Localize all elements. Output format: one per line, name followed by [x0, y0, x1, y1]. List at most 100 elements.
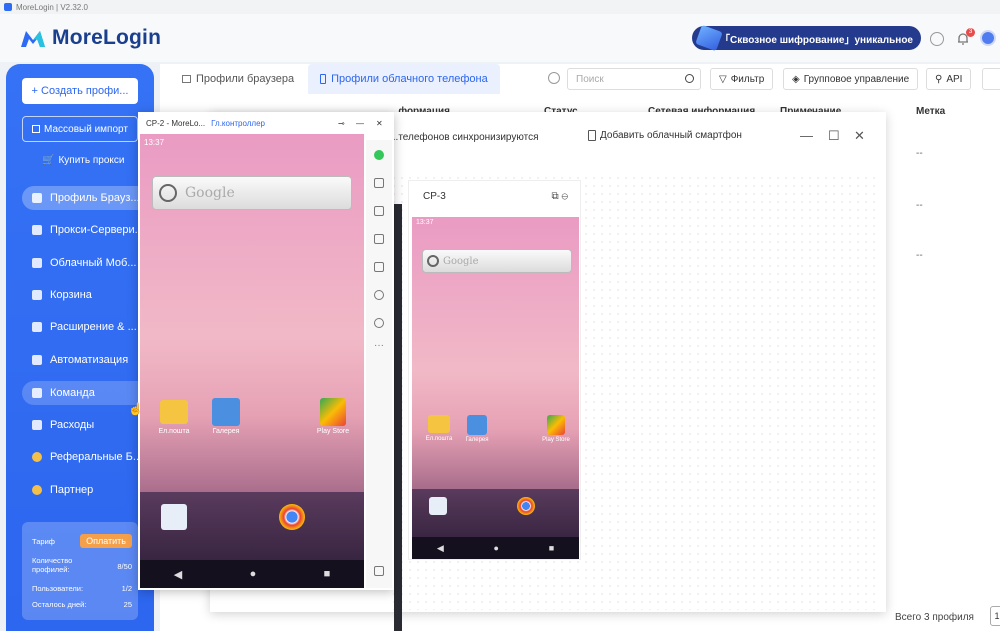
- days-left-value: 25: [123, 600, 132, 609]
- sidebar-item-referral[interactable]: Реферальные Б...: [22, 445, 154, 469]
- back-icon[interactable]: ◀: [437, 543, 444, 554]
- card-actions-icon[interactable]: ⧉ ⊖: [552, 191, 568, 202]
- sidebar-item-label: Корзина: [50, 289, 92, 301]
- search-placeholder: Поиск: [576, 73, 604, 85]
- browser-tab-icon: [182, 75, 191, 83]
- app-chrome[interactable]: [278, 504, 306, 530]
- sidebar-item-extensions[interactable]: Расширение & ...: [22, 315, 154, 339]
- main-controller-tag: Гл.контроллер: [211, 118, 265, 128]
- profiles-count-value: 8/50: [117, 562, 132, 571]
- keyboard-toggle-icon[interactable]: [374, 566, 384, 576]
- app-play-store[interactable]: Play Store: [538, 415, 574, 443]
- cloud-phone-card-cp3[interactable]: CP-3 ⧉ ⊖ 13:37 Google Ел.пошта Галерея P…: [408, 180, 581, 560]
- cp3-screen[interactable]: 13:37 Google Ел.пошта Галерея Play Store…: [412, 217, 579, 559]
- play-store-icon: [547, 415, 565, 435]
- minimize-icon[interactable]: —: [800, 128, 813, 143]
- minimize-icon[interactable]: —: [356, 119, 364, 128]
- puzzle-icon: [32, 322, 42, 332]
- profile-tabs: Профили браузера Профили облачного телеф…: [170, 64, 500, 94]
- google-search-widget[interactable]: Google: [422, 249, 572, 273]
- tab-label: Профили облачного телефона: [331, 73, 488, 85]
- screenshot-icon[interactable]: [374, 178, 384, 188]
- add-cloud-phone-button[interactable]: Добавить облачный смартфон: [588, 130, 742, 141]
- pagination-page[interactable]: 1: [990, 606, 1000, 626]
- app-phone[interactable]: [428, 497, 448, 515]
- cp2-titlebar[interactable]: CP-2 - MoreLo... Гл.контроллер ⊸ — ✕: [138, 112, 394, 134]
- status-dot-icon: [374, 150, 384, 160]
- sidebar-item-cloud-phone[interactable]: Облачный Моб...: [22, 251, 154, 275]
- maximize-icon[interactable]: ☐: [828, 128, 840, 144]
- cp2-screen[interactable]: 13:37 Google Ел.пошта Галерея Play Store…: [140, 134, 364, 588]
- sidebar-item-automation[interactable]: Автоматизация: [22, 348, 154, 372]
- app-label: Галерея: [465, 437, 489, 443]
- phone-tab-icon: [320, 74, 327, 84]
- rotate-icon[interactable]: [374, 290, 384, 300]
- app-mail[interactable]: Ел.пошта: [154, 400, 194, 435]
- gallery-icon: [467, 415, 487, 435]
- pay-button[interactable]: Оплатить: [80, 534, 132, 548]
- column-tag: Метка: [916, 106, 946, 117]
- recents-icon[interactable]: ■: [324, 568, 331, 580]
- sidebar-item-proxy-servers[interactable]: Прокси-Сервери...: [22, 218, 154, 242]
- status-time: 13:37: [416, 219, 434, 226]
- home-icon[interactable]: ●: [494, 543, 499, 553]
- tab-browser-profiles[interactable]: Профили браузера: [170, 64, 306, 94]
- app-mail[interactable]: Ел.пошта: [424, 415, 454, 442]
- group-management-button[interactable]: ◈ Групповое управление: [783, 68, 919, 90]
- app-label: Play Store: [542, 437, 570, 443]
- google-search-widget[interactable]: Google: [152, 176, 352, 210]
- status-time: 13:37: [144, 138, 165, 147]
- help-icon[interactable]: [930, 32, 944, 46]
- brand-name: MoreLogin: [52, 26, 162, 49]
- users-label: Пользователи:: [32, 584, 84, 593]
- sidebar-item-label: Профиль Брауз...: [50, 192, 140, 204]
- api-button[interactable]: ⚲ API: [926, 68, 972, 90]
- filter-button[interactable]: ▽ Фильтр: [710, 68, 774, 90]
- coin-icon: [32, 452, 42, 462]
- morelogin-logo-icon: [21, 31, 45, 47]
- browser-icon: [32, 193, 42, 203]
- tag-cell: --: [916, 200, 923, 211]
- settings-icon[interactable]: [374, 318, 384, 328]
- recents-icon[interactable]: ■: [549, 543, 554, 553]
- chrome-icon: [279, 504, 305, 530]
- pin-icon[interactable]: ⊸: [338, 119, 345, 128]
- brand[interactable]: MoreLogin: [20, 26, 161, 50]
- sidebar-item-partner[interactable]: Партнер: [22, 478, 154, 502]
- chrome-icon: [517, 497, 535, 515]
- home-icon[interactable]: ●: [250, 568, 257, 580]
- more-icon[interactable]: ···: [374, 340, 384, 351]
- close-icon[interactable]: ✕: [376, 119, 383, 128]
- back-icon[interactable]: ◀: [174, 568, 182, 581]
- android-navbar: ◀ ● ■: [140, 560, 364, 588]
- encryption-promo-banner[interactable]: 「Сквозное шифрование」уникальное: [692, 24, 921, 52]
- refresh-icon[interactable]: [548, 72, 560, 84]
- create-profile-button[interactable]: + Создать профи...: [22, 78, 138, 104]
- app-gallery[interactable]: Галерея: [206, 398, 246, 435]
- search-input[interactable]: Поиск: [567, 68, 701, 90]
- app-play-store[interactable]: Play Store: [308, 398, 358, 435]
- tab-cloud-phone-profiles[interactable]: Профили облачного телефона: [308, 64, 500, 94]
- avatar[interactable]: [980, 30, 996, 46]
- app-phone[interactable]: [160, 504, 188, 530]
- sidebar-item-trash[interactable]: Корзина: [22, 283, 154, 307]
- mail-icon: [428, 415, 450, 433]
- buy-proxy-link[interactable]: 🛒 Купить прокси: [42, 155, 124, 166]
- app-gallery[interactable]: Галерея: [462, 415, 492, 443]
- sidebar-item-browser-profiles[interactable]: Профиль Брауз...: [22, 186, 154, 210]
- volume-down-icon[interactable]: [374, 234, 384, 244]
- proxy-icon: [32, 225, 42, 235]
- volume-up-icon[interactable]: [374, 206, 384, 216]
- sidebar-item-label: Реферальные Б...: [50, 451, 143, 463]
- keyboard-icon[interactable]: [374, 262, 384, 272]
- search-icon: [159, 184, 177, 202]
- app-chrome[interactable]: [516, 497, 536, 515]
- search-icon[interactable]: [685, 74, 694, 83]
- sidebar-item-expenses[interactable]: Расходы: [22, 413, 154, 437]
- header: MoreLogin 「Сквозное шифрование」уникально…: [0, 14, 1000, 62]
- more-button[interactable]: [982, 68, 1000, 90]
- sidebar-item-label: Расходы: [50, 419, 95, 431]
- robot-icon: [32, 355, 42, 365]
- close-icon[interactable]: ✕: [854, 128, 865, 144]
- bulk-import-button[interactable]: Массовый импорт: [22, 116, 138, 142]
